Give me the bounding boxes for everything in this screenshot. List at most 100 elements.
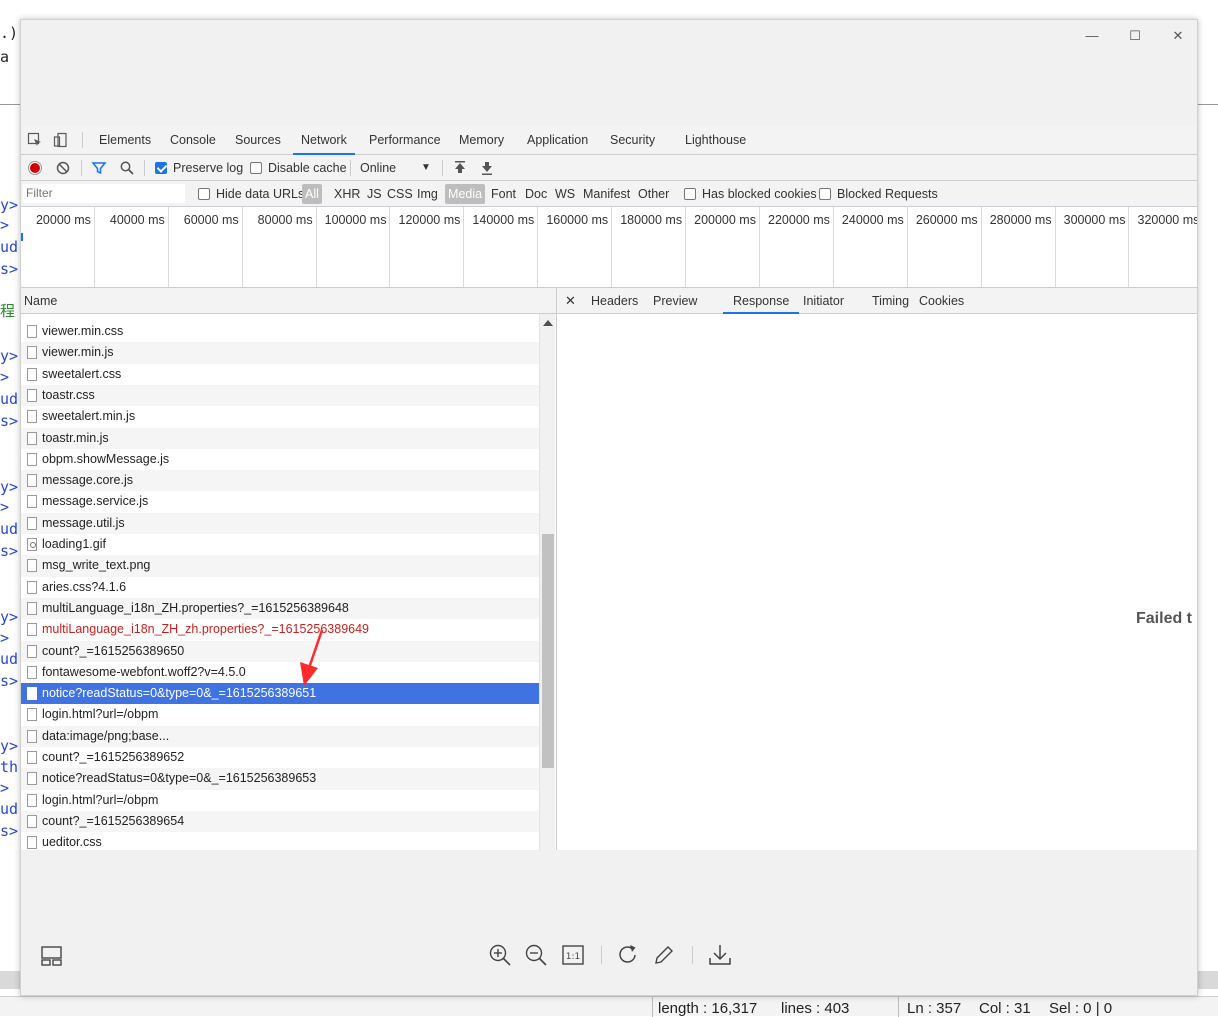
search-icon[interactable] — [119, 160, 135, 176]
layout-panel-icon[interactable] — [40, 944, 64, 968]
request-row[interactable]: viewer.min.js — [21, 342, 539, 364]
request-row[interactable]: toastr.css — [21, 384, 539, 407]
tab-elements[interactable]: Elements — [99, 126, 151, 155]
filter-input[interactable] — [23, 184, 185, 203]
hide-data-urls-checkbox[interactable]: Hide data URLs — [198, 186, 304, 202]
clear-icon[interactable] — [55, 160, 71, 176]
blocked-requests-checkbox[interactable]: Blocked Requests — [819, 186, 938, 202]
detail-tab-initiator[interactable]: Initiator — [803, 288, 844, 314]
requests-scrollbar[interactable] — [539, 314, 555, 850]
actual-size-icon[interactable]: 1:1 — [561, 943, 585, 967]
request-row[interactable]: toastr.min.js — [21, 427, 539, 449]
export-har-icon[interactable] — [479, 160, 495, 176]
request-row[interactable]: msg_write_text.png — [21, 555, 539, 577]
checkbox-unchecked[interactable] — [250, 162, 262, 174]
request-row[interactable]: notice?readStatus=0&type=0&_=16152563896… — [21, 768, 539, 790]
tab-lighthouse[interactable]: Lighthouse — [685, 126, 746, 155]
request-row[interactable]: ueditor.css — [21, 832, 539, 850]
document-file-icon — [27, 431, 37, 445]
network-toolbar: Preserve log Disable cache Online ▼ — [21, 155, 1197, 181]
toolbar-separator — [350, 160, 351, 176]
filter-icon[interactable] — [91, 160, 107, 176]
document-file-icon — [27, 474, 37, 488]
detail-tab-cookies[interactable]: Cookies — [919, 288, 964, 314]
maximize-button[interactable]: ☐ — [1120, 26, 1150, 46]
close-detail-icon[interactable]: ✕ — [565, 288, 576, 314]
filter-type-ws[interactable]: WS — [555, 186, 575, 202]
download-icon[interactable] — [708, 943, 732, 967]
name-column-header[interactable]: Name — [21, 288, 557, 314]
request-row[interactable]: viewer.min.css — [21, 321, 539, 342]
tab-sources[interactable]: Sources — [235, 126, 281, 155]
filter-type-css[interactable]: CSS — [387, 186, 413, 202]
record-icon[interactable] — [27, 160, 43, 176]
request-row[interactable]: multiLanguage_i18n_ZH.properties?_=16152… — [21, 597, 539, 620]
filter-type-js[interactable]: JS — [367, 186, 382, 202]
rotate-icon[interactable] — [616, 943, 640, 967]
filter-type-font[interactable]: Font — [491, 186, 516, 202]
tab-security[interactable]: Security — [610, 126, 655, 155]
scroll-up-arrow-icon[interactable] — [543, 320, 553, 326]
request-row[interactable]: aries.css?4.1.6 — [21, 577, 539, 598]
request-row[interactable]: sweetalert.css — [21, 364, 539, 385]
request-row[interactable]: count?_=1615256389650 — [21, 640, 539, 662]
checkbox-unchecked[interactable] — [684, 188, 696, 200]
tab-memory[interactable]: Memory — [459, 126, 504, 155]
request-row[interactable]: notice?readStatus=0&type=0&_=16152563896… — [21, 683, 539, 705]
filter-type-all[interactable]: All — [302, 184, 322, 204]
preserve-log-checkbox[interactable]: Preserve log — [155, 160, 243, 176]
request-row[interactable]: obpm.showMessage.js — [21, 449, 539, 470]
tab-console[interactable]: Console — [170, 126, 216, 155]
tab-application[interactable]: Application — [527, 126, 588, 155]
request-row[interactable]: data:image/png;base... — [21, 725, 539, 747]
scroll-thumb[interactable] — [542, 534, 554, 768]
filter-type-xhr[interactable]: XHR — [334, 186, 360, 202]
checkbox-checked[interactable] — [155, 162, 167, 174]
toolbar-separator — [692, 946, 693, 964]
request-row[interactable]: sweetalert.min.js — [21, 406, 539, 427]
minimize-button[interactable]: — — [1077, 26, 1107, 46]
request-row[interactable]: message.core.js — [21, 470, 539, 492]
request-name: multiLanguage_i18n_ZH_zh.properties?_=16… — [42, 622, 369, 637]
detail-tab-headers[interactable]: Headers — [591, 288, 638, 314]
checkbox-unchecked[interactable] — [198, 188, 210, 200]
request-name: data:image/png;base... — [42, 728, 170, 743]
disable-cache-checkbox[interactable]: Disable cache — [250, 160, 347, 176]
has-blocked-cookies-checkbox[interactable]: Has blocked cookies — [684, 186, 817, 202]
blocked-requests-label: Blocked Requests — [837, 187, 938, 201]
inspect-element-icon[interactable] — [27, 132, 43, 148]
chevron-down-icon[interactable]: ▼ — [421, 160, 431, 176]
device-toolbar-icon[interactable] — [53, 132, 69, 148]
close-button[interactable]: ✕ — [1163, 26, 1193, 46]
viewer-window: — ☐ ✕ Elements Console Sources Network Perfo… — [20, 19, 1198, 996]
network-overview-timeline[interactable]: 20000 ms 40000 ms 60000 ms 80000 ms 100000 m… — [21, 207, 1197, 288]
hide-data-urls-label: Hide data URLs — [216, 187, 305, 201]
detail-tab-preview[interactable]: Preview — [653, 288, 697, 314]
edit-pencil-icon[interactable] — [652, 943, 676, 967]
request-row[interactable]: login.html?url=/obpm — [21, 790, 539, 811]
request-row[interactable]: multiLanguage_i18n_ZH_zh.properties?_=16… — [21, 619, 539, 640]
zoom-out-icon[interactable] — [524, 943, 548, 967]
request-row[interactable]: count?_=1615256389652 — [21, 747, 539, 768]
filter-type-manifest[interactable]: Manifest — [583, 186, 630, 202]
tab-performance[interactable]: Performance — [369, 126, 441, 155]
request-row[interactable]: message.util.js — [21, 512, 539, 534]
request-row[interactable]: fontawesome-webfont.woff2?v=4.5.0 — [21, 662, 539, 683]
checkbox-unchecked[interactable] — [819, 188, 831, 200]
import-har-icon[interactable] — [452, 160, 468, 176]
request-row[interactable]: message.service.js — [21, 491, 539, 512]
tab-network[interactable]: Network — [293, 126, 355, 155]
filter-type-media[interactable]: Media — [445, 184, 486, 204]
throttling-select[interactable]: Online — [360, 160, 396, 176]
filter-type-doc[interactable]: Doc — [525, 186, 547, 202]
filter-type-other[interactable]: Other — [638, 186, 669, 202]
detail-tab-response[interactable]: Response — [723, 288, 800, 314]
request-row[interactable]: login.html?url=/obpm — [21, 704, 539, 725]
background-code-fragment: s> — [0, 412, 19, 430]
request-row[interactable]: loading1.gif — [21, 534, 539, 555]
document-file-icon — [27, 601, 37, 615]
detail-tab-timing[interactable]: Timing — [872, 288, 909, 314]
filter-type-img[interactable]: Img — [417, 186, 438, 202]
request-row[interactable]: count?_=1615256389654 — [21, 810, 539, 833]
zoom-in-icon[interactable] — [488, 943, 512, 967]
